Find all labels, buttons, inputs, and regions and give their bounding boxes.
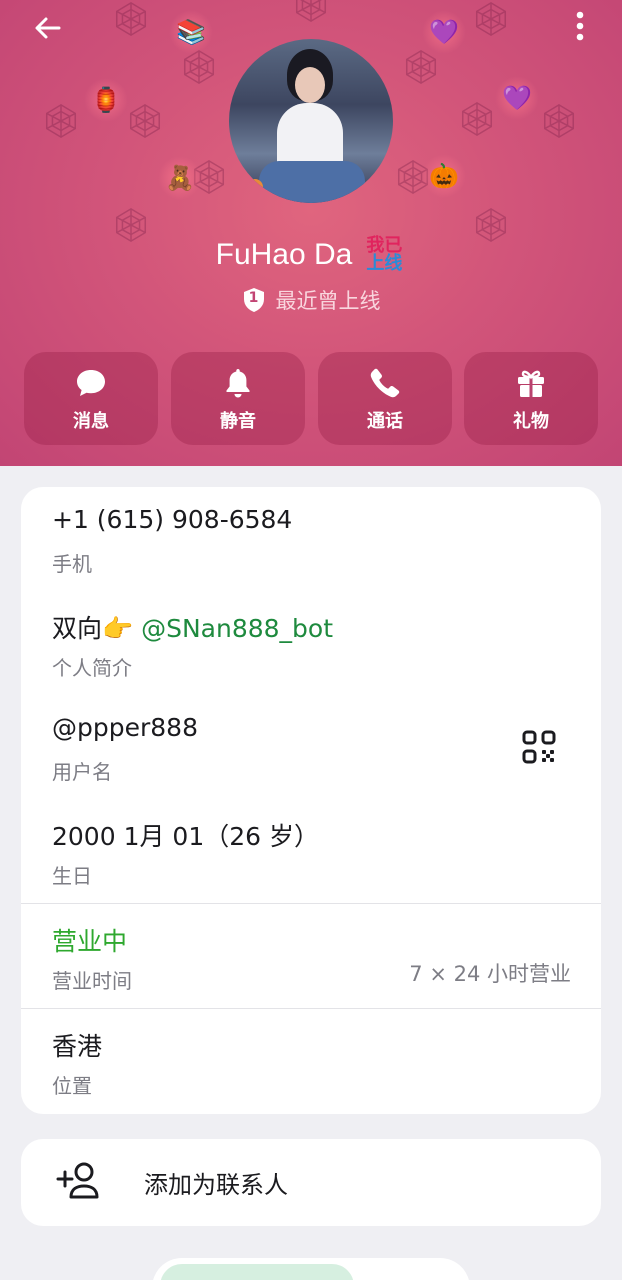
business-open-status: 营业中 [52,927,128,956]
bio-bot-link[interactable]: @SNan888_bot [141,614,333,643]
status-row: 1 最近曾上线 [0,283,622,317]
web-decoration-icon [42,102,80,140]
profile-avatar[interactable] [229,39,393,203]
gift-collectible-icon[interactable]: 🧸 [158,156,202,200]
phone-label: 手机 [52,552,92,576]
gift-collectible-icon[interactable]: 📚 [169,10,213,54]
gift-button[interactable]: 礼物 [464,352,598,445]
message-button[interactable]: 消息 [24,352,158,445]
birthday-label: 生日 [52,864,92,888]
business-hours-row[interactable]: 营业中 营业时间 7 × 24 小时营业 [21,904,601,1008]
gift-collectible-icon[interactable]: 💜 [422,10,466,54]
active-tab-pill[interactable] [160,1264,354,1280]
web-decoration-icon [126,102,164,140]
phone-icon [367,365,403,401]
bio-text: 双向👉 @SNan888_bot [52,609,333,645]
qr-code-icon [522,730,556,764]
call-button-label: 通话 [367,410,403,432]
gift-icon [513,365,549,401]
location-row[interactable]: 香港 位置 [21,1009,601,1113]
add-contact-button[interactable]: 添加为联系人 [21,1139,601,1226]
level-badge-number: 1 [248,290,259,306]
business-hours-value: 7 × 24 小时营业 [409,962,571,986]
emoji-status-icon[interactable]: 我已 上线 [362,233,406,277]
bottom-tab-bar[interactable] [152,1258,470,1280]
profile-name-row: FuHao Da 我已 上线 [0,232,622,278]
back-button[interactable] [28,8,68,48]
more-options-button[interactable] [560,6,600,46]
business-hours-label: 营业时间 [52,969,132,993]
last-seen-status: 最近曾上线 [275,289,381,313]
web-decoration-icon [112,0,150,38]
pointing-right-emoji-icon: 👉 [102,614,134,643]
birthday-row[interactable]: 2000 1月 01（26 岁） 生日 [21,799,601,903]
call-button[interactable]: 通话 [318,352,452,445]
web-decoration-icon [402,48,440,86]
gift-collectible-icon[interactable]: 🎃 [422,154,466,198]
username-row[interactable]: @ppper888 用户名 [21,695,601,799]
profile-header: 📚 💜 🏮 💜 🧸 🎃 FuHao Da 我已 上线 1 最近曾上线 消息 静音… [0,0,622,466]
bio-row[interactable]: 双向👉 @SNan888_bot 个人简介 [21,591,601,695]
web-decoration-icon [180,48,218,86]
gift-button-label: 礼物 [513,410,549,432]
location-label: 位置 [52,1074,92,1098]
bio-prefix: 双向 [52,614,103,643]
bell-icon [220,365,256,401]
bio-label: 个人简介 [52,656,132,680]
profile-info-card: +1 (615) 908-6584 手机 双向👉 @SNan888_bot 个人… [21,487,601,1114]
add-contact-label: 添加为联系人 [144,1171,288,1199]
web-decoration-icon [540,102,578,140]
mute-button-label: 静音 [220,410,256,432]
mute-button[interactable]: 静音 [171,352,305,445]
birthday-value: 2000 1月 01（26 岁） [52,822,319,851]
phone-number: +1 (615) 908-6584 [52,505,293,534]
gift-collectible-icon[interactable]: 💜 [495,76,539,120]
qr-code-button[interactable] [517,725,561,769]
web-decoration-icon [458,100,496,138]
message-button-label: 消息 [73,410,109,432]
username-value: @ppper888 [52,713,198,742]
more-vertical-icon [576,11,584,41]
message-bubble-icon [73,365,109,401]
username-label: 用户名 [52,760,112,784]
gift-collectible-icon[interactable]: 🏮 [84,78,128,122]
emoji-status-line2: 上线 [366,253,403,274]
phone-row[interactable]: +1 (615) 908-6584 手机 [21,487,601,591]
web-decoration-icon [292,0,330,24]
web-decoration-icon [472,0,510,38]
profile-name: FuHao Da [215,238,353,271]
location-value: 香港 [52,1032,103,1061]
level-shield-icon[interactable]: 1 [242,287,266,313]
add-user-icon [55,1159,103,1205]
arrow-left-icon [35,17,61,39]
